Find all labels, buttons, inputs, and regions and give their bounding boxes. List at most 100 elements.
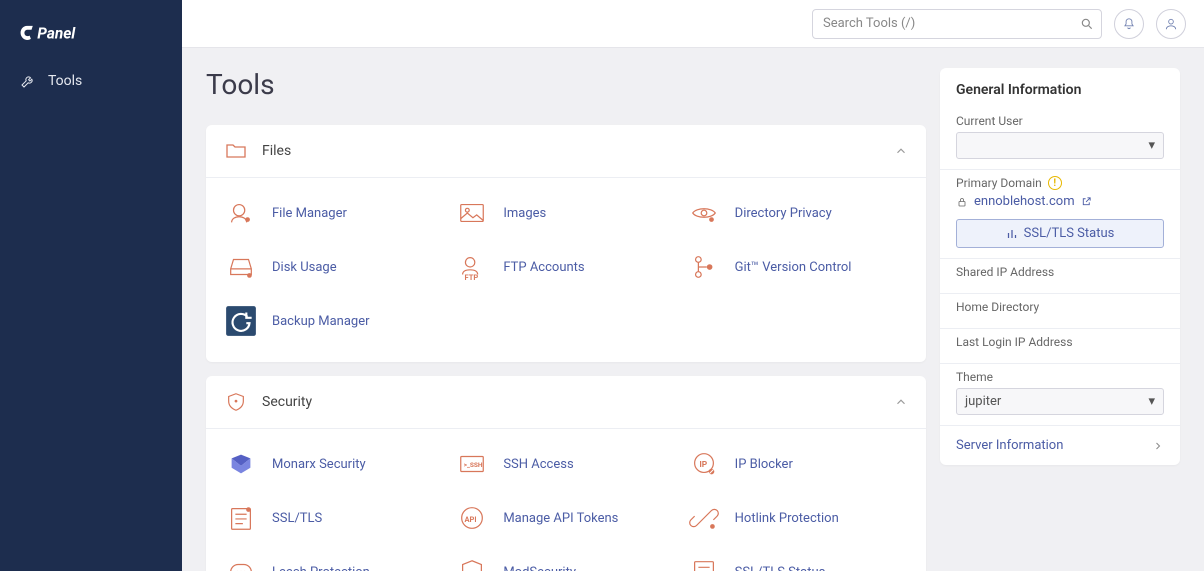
search-icon [1080,17,1094,31]
primary-domain-value: ennoblehost.com [974,194,1075,209]
tool-label: SSL/TLS Status [735,565,826,571]
monarx-icon [224,447,258,481]
tool-ssl-status[interactable]: SSL/TLS Status [687,547,908,571]
images-icon [455,196,489,230]
disk-usage-icon [224,250,258,284]
svg-text:FTP: FTP [465,273,479,282]
content-area: Tools Files File Manager Images Director… [182,48,1204,571]
bell-icon [1122,17,1136,31]
panel-header-files[interactable]: Files [206,125,926,178]
lock-icon [956,196,968,208]
ssl-tls-button-label: SSL/TLS Status [1024,226,1115,241]
shield-icon [224,390,248,414]
modsecurity-icon: MOD [455,555,489,571]
api-tokens-icon: API [455,501,489,535]
cpanel-logo[interactable]: Panel [0,0,182,63]
ssl-tls-status-button[interactable]: SSL/TLS Status [956,219,1164,248]
svg-text:API: API [465,515,477,524]
tool-label: Monarx Security [272,457,366,472]
tool-label: Leech Protection [272,565,370,571]
tool-monarx[interactable]: Monarx Security [224,439,445,489]
panel-title: Security [262,394,880,410]
page-title: Tools [206,68,926,101]
general-info-sidebar: General Information Current User ▾ Prima… [940,68,1180,465]
tool-backup-manager[interactable]: Backup Manager [224,296,445,346]
tool-label: Images [503,206,546,221]
svg-text:Panel: Panel [37,25,76,43]
directory-privacy-icon [687,196,721,230]
current-user-select[interactable]: ▾ [956,132,1164,159]
primary-domain-label: Primary Domain ! [956,176,1164,190]
theme-select[interactable]: jupiter ▾ [956,388,1164,415]
backup-manager-icon [224,304,258,338]
tool-ftp-accounts[interactable]: FTPFTP Accounts [455,242,676,292]
search-box [812,9,1102,39]
content-left: Tools Files File Manager Images Director… [206,68,926,571]
tool-label: Backup Manager [272,314,370,329]
ip-blocker-icon: IP [687,447,721,481]
server-information-link[interactable]: Server Information [940,426,1180,465]
leech-icon [224,555,258,571]
tool-label: SSH Access [503,457,573,472]
section-theme: Theme jupiter ▾ [940,364,1180,426]
svg-text:>_SSH: >_SSH [464,461,483,469]
ssl-tls-icon [224,501,258,535]
chevron-up-icon [894,395,908,409]
panel-security: Security Monarx Security >_SSH SSH Access… [206,376,926,571]
current-user-label: Current User [956,114,1164,128]
tool-label: Manage API Tokens [503,511,618,526]
tool-leech[interactable]: Leech Protection [224,547,445,571]
theme-label: Theme [956,370,1164,384]
tool-label: Disk Usage [272,260,337,275]
last-login-label: Last Login IP Address [956,335,1164,349]
sidebar: Panel Tools [0,0,182,571]
external-link-icon [1081,196,1092,207]
warning-icon: ! [1048,176,1062,190]
shared-ip-label: Shared IP Address [956,265,1164,279]
tool-label: Directory Privacy [735,206,832,221]
section-primary-domain: Primary Domain ! ennoblehost.com SSL/TLS… [940,170,1180,259]
tool-images[interactable]: Images [455,188,676,238]
tool-label: Hotlink Protection [735,511,839,526]
section-shared-ip: Shared IP Address [940,259,1180,294]
topbar [182,0,1204,48]
tool-directory-privacy[interactable]: Directory Privacy [687,188,908,238]
primary-domain-link[interactable]: ennoblehost.com [956,194,1164,209]
user-icon [1164,17,1178,31]
section-current-user: Current User ▾ [940,108,1180,170]
tool-ip-blocker[interactable]: IP IP Blocker [687,439,908,489]
panel-files: Files File Manager Images Directory Priv… [206,125,926,362]
tool-label: SSL/TLS [272,511,322,526]
tool-api-tokens[interactable]: API Manage API Tokens [455,493,676,543]
user-menu-button[interactable] [1156,9,1186,39]
tool-modsecurity[interactable]: MOD ModSecurity [455,547,676,571]
tool-disk-usage[interactable]: Disk Usage [224,242,445,292]
file-manager-icon [224,196,258,230]
tool-git[interactable]: Git™ Version Control [687,242,908,292]
home-dir-label: Home Directory [956,300,1164,314]
general-info-card: General Information Current User ▾ Prima… [940,68,1180,465]
search-input[interactable] [812,9,1102,39]
caret-down-icon: ▾ [1148,394,1155,409]
ftp-accounts-icon: FTP [455,250,489,284]
server-info-label: Server Information [956,438,1063,453]
section-last-login: Last Login IP Address [940,329,1180,364]
tool-ssl-tls[interactable]: SSL/TLS [224,493,445,543]
tool-ssh-access[interactable]: >_SSH SSH Access [455,439,676,489]
tools-icon [20,73,36,89]
tool-label: IP Blocker [735,457,793,472]
notifications-button[interactable] [1114,9,1144,39]
panel-header-security[interactable]: Security [206,376,926,429]
svg-text:IP: IP [699,460,707,470]
chevron-up-icon [894,144,908,158]
panel-body-security: Monarx Security >_SSH SSH Access IP IP Blo… [206,429,926,571]
tool-label: ModSecurity [503,565,576,571]
caret-down-icon: ▾ [1148,138,1155,153]
tool-label: File Manager [272,206,347,221]
tool-file-manager[interactable]: File Manager [224,188,445,238]
bars-icon [1006,228,1018,240]
tool-hotlink[interactable]: Hotlink Protection [687,493,908,543]
general-info-heading: General Information [940,68,1180,108]
sidebar-item-tools[interactable]: Tools [0,63,182,99]
sidebar-item-label: Tools [48,73,82,89]
